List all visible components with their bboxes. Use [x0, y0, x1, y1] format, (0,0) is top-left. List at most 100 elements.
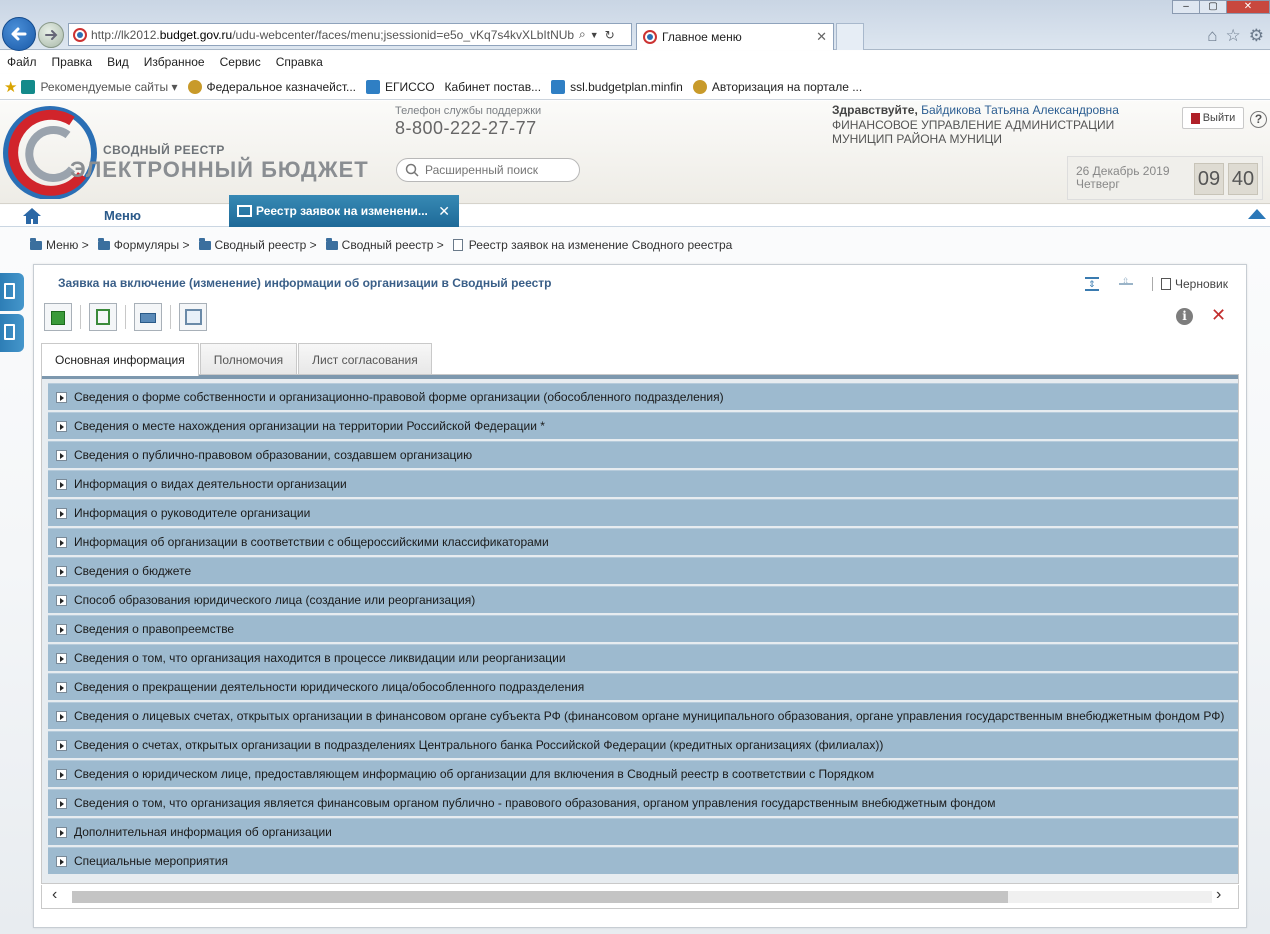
- fav-supplier-cabinet[interactable]: Кабинет постав...: [445, 80, 542, 94]
- expand-icon[interactable]: [56, 710, 67, 722]
- export-button[interactable]: [89, 303, 117, 331]
- user-name[interactable]: Байдикова Татьяна Александровна: [921, 103, 1119, 117]
- expand-icon[interactable]: [56, 565, 67, 577]
- expand-icon[interactable]: [56, 797, 67, 809]
- close-icon[interactable]: ✕: [816, 29, 827, 45]
- form-view-button[interactable]: [179, 303, 207, 331]
- scroll-right-icon[interactable]: ›: [1216, 886, 1221, 904]
- maximize-button[interactable]: ▢: [1199, 0, 1227, 14]
- info-icon[interactable]: i: [1176, 308, 1193, 325]
- request-panel: Заявка на включение (изменение) информац…: [33, 264, 1247, 928]
- new-tab-button[interactable]: [836, 23, 864, 50]
- expand-icon[interactable]: [56, 681, 67, 693]
- section-row[interactable]: Информация об организации в соответствии…: [48, 528, 1238, 555]
- search-input[interactable]: [423, 162, 563, 178]
- side-tab-journal[interactable]: [0, 273, 24, 311]
- save-check-button[interactable]: [44, 303, 72, 331]
- menu-tools[interactable]: Сервис: [220, 55, 261, 69]
- section-row[interactable]: Сведения о бюджете: [48, 557, 1238, 584]
- section-row[interactable]: Сведения о правопреемстве: [48, 615, 1238, 642]
- address-bar[interactable]: http://lk2012.budget.gov.ru/udu-webcente…: [68, 23, 632, 46]
- expand-icon[interactable]: [56, 623, 67, 635]
- expand-icon[interactable]: [56, 594, 67, 606]
- close-icon[interactable]: ✕: [1211, 305, 1226, 326]
- emblem-icon: [187, 79, 202, 94]
- section-row[interactable]: Сведения о лицевых счетах, открытых орга…: [48, 702, 1238, 729]
- expand-icon[interactable]: [56, 652, 67, 664]
- expand-icon[interactable]: [56, 391, 67, 403]
- expand-icon[interactable]: [56, 449, 67, 461]
- search-icon[interactable]: ⌕: [579, 27, 586, 42]
- breadcrumb-item-forms[interactable]: Формуляры >: [97, 237, 190, 252]
- expand-all-icon[interactable]: ⇕: [1084, 276, 1100, 292]
- section-row[interactable]: Сведения о публично-правовом образовании…: [48, 441, 1238, 468]
- toolbar-separator: [170, 305, 171, 329]
- collapse-header-icon[interactable]: [1248, 209, 1266, 219]
- section-label: Сведения о форме собственности и организ…: [74, 390, 724, 404]
- fav-treasury[interactable]: Федеральное казначейст...: [187, 79, 356, 94]
- fav-egisso[interactable]: ЕГИССО: [366, 79, 435, 94]
- close-tab-icon[interactable]: ✕: [438, 203, 450, 220]
- tab-registry-requests[interactable]: Реестр заявок на изменени... ✕: [229, 195, 459, 227]
- section-row[interactable]: Сведения о юридическом лице, предоставля…: [48, 760, 1238, 787]
- menu-view[interactable]: Вид: [107, 55, 129, 69]
- breadcrumb-item-menu[interactable]: Меню >: [30, 237, 89, 252]
- section-row[interactable]: Сведения о прекращении деятельности юрид…: [48, 673, 1238, 700]
- app-header: СВОДНЫЙ РЕЕСТР ЭЛЕКТРОННЫЙ БЮДЖЕТ Телефо…: [0, 101, 1270, 204]
- expand-icon[interactable]: [56, 420, 67, 432]
- favorites-star-icon[interactable]: ★: [4, 78, 17, 96]
- logout-button[interactable]: Выйти: [1182, 107, 1244, 129]
- minimize-button[interactable]: –: [1172, 0, 1200, 14]
- home-icon[interactable]: ⌂: [1207, 26, 1217, 46]
- menu-file[interactable]: Файл: [7, 55, 37, 69]
- side-tab-documents[interactable]: [0, 314, 24, 352]
- section-row[interactable]: Информация о видах деятельности организа…: [48, 470, 1238, 497]
- print-button[interactable]: [134, 303, 162, 331]
- window-close-button[interactable]: ✕: [1226, 0, 1270, 14]
- menu-help[interactable]: Справка: [276, 55, 323, 69]
- browser-tab-main[interactable]: Главное меню ✕: [636, 23, 834, 50]
- tab-main-info[interactable]: Основная информация: [41, 343, 199, 376]
- emblem-icon: [692, 79, 707, 94]
- expand-icon[interactable]: [56, 536, 67, 548]
- horizontal-scrollbar[interactable]: ‹ ›: [41, 885, 1239, 909]
- fav-recommended[interactable]: Рекомендуемые сайты ▾: [21, 79, 178, 94]
- tab-approval-sheet[interactable]: Лист согласования: [298, 343, 432, 375]
- menu-edit[interactable]: Правка: [52, 55, 93, 69]
- refresh-icon[interactable]: ↻: [605, 28, 615, 42]
- collapse-all-icon[interactable]: ⇳: [1118, 276, 1134, 292]
- menu-link[interactable]: Меню: [104, 208, 141, 223]
- section-row[interactable]: Сведения о том, что организация находитс…: [48, 644, 1238, 671]
- dropdown-icon[interactable]: ▼: [590, 30, 599, 40]
- section-row[interactable]: Сведения о форме собственности и организ…: [48, 383, 1238, 410]
- advanced-search[interactable]: [396, 158, 580, 182]
- section-row[interactable]: Специальные мероприятия: [48, 847, 1238, 874]
- breadcrumb-item-registry-2[interactable]: Сводный реестр >: [325, 237, 444, 252]
- section-row[interactable]: Дополнительная информация об организации: [48, 818, 1238, 845]
- scroll-thumb[interactable]: [72, 891, 1008, 903]
- section-row[interactable]: Сведения о месте нахождения организации …: [48, 412, 1238, 439]
- star-icon[interactable]: ☆: [1226, 26, 1241, 46]
- menu-favorites[interactable]: Избранное: [144, 55, 205, 69]
- expand-icon[interactable]: [56, 507, 67, 519]
- fav-budgetplan[interactable]: ssl.budgetplan.minfin: [551, 79, 683, 94]
- expand-icon[interactable]: [56, 855, 67, 867]
- section-row[interactable]: Сведения о том, что организация является…: [48, 789, 1238, 816]
- scroll-track[interactable]: [72, 891, 1212, 903]
- section-row[interactable]: Способ образования юридического лица (со…: [48, 586, 1238, 613]
- fav-portal-auth[interactable]: Авторизация на портале ...: [692, 79, 862, 94]
- section-row[interactable]: Информация о руководителе организации: [48, 499, 1238, 526]
- scroll-left-icon[interactable]: ‹: [52, 886, 57, 904]
- expand-icon[interactable]: [56, 768, 67, 780]
- home-icon[interactable]: [22, 207, 42, 225]
- expand-icon[interactable]: [56, 826, 67, 838]
- expand-icon[interactable]: [56, 478, 67, 490]
- help-icon[interactable]: ?: [1250, 111, 1267, 128]
- tab-powers[interactable]: Полномочия: [199, 343, 298, 375]
- gear-icon[interactable]: ⚙: [1249, 26, 1264, 46]
- back-button[interactable]: [2, 17, 36, 51]
- breadcrumb-item-registry[interactable]: Сводный реестр >: [198, 237, 317, 252]
- expand-icon[interactable]: [56, 739, 67, 751]
- section-row[interactable]: Сведения о счетах, открытых организации …: [48, 731, 1238, 758]
- forward-button[interactable]: [38, 22, 64, 48]
